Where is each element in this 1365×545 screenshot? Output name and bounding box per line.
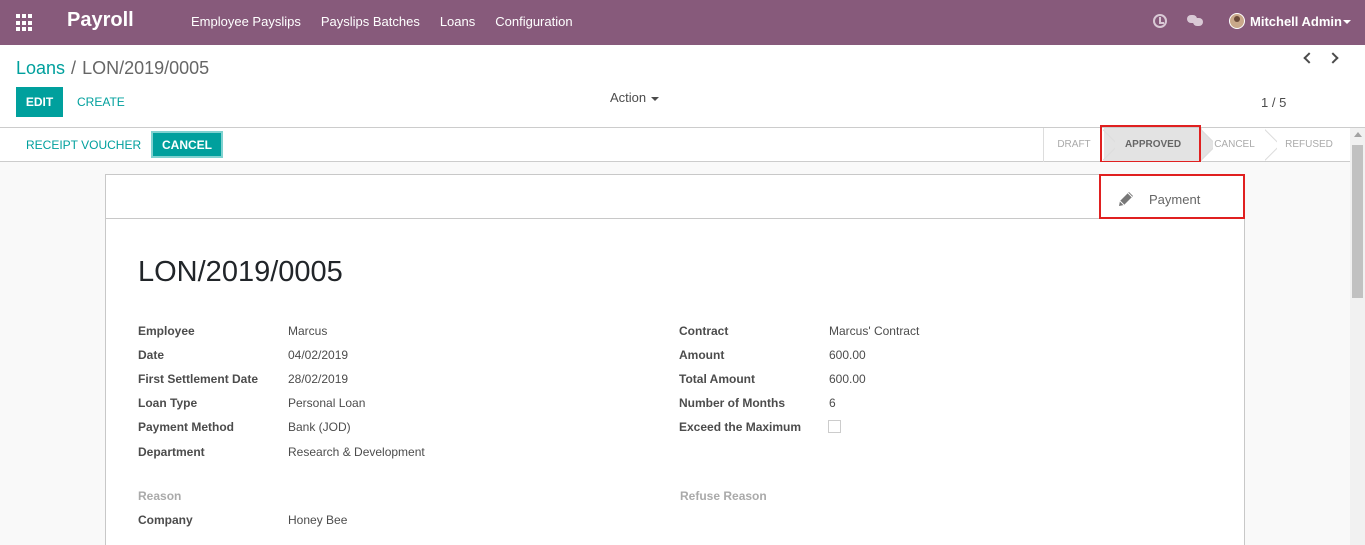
menu-item-payslips-batches[interactable]: Payslips Batches [311, 0, 430, 45]
stage-divider [1201, 128, 1213, 162]
label-contract: Contract [679, 324, 729, 338]
main-menu: Employee Payslips Payslips Batches Loans… [181, 0, 583, 45]
label-company: Company [138, 513, 193, 527]
value-department[interactable]: Research & Development [288, 445, 425, 459]
scrollbar[interactable] [1350, 128, 1365, 545]
action-label: Action [610, 90, 647, 105]
label-reason: Reason [138, 489, 182, 503]
top-navbar: Payroll Employee Payslips Payslips Batch… [0, 0, 1365, 45]
label-payment-method: Payment Method [138, 420, 235, 434]
value-number-of-months[interactable]: 6 [829, 396, 836, 410]
value-total-amount: 600.00 [829, 372, 866, 386]
pager-value[interactable]: 1 / 5 [1261, 95, 1286, 110]
value-contract[interactable]: Marcus' Contract [829, 324, 919, 338]
label-employee: Employee [138, 324, 195, 338]
record-title: LON/2019/0005 [138, 256, 343, 288]
control-panel: Loans / LON/2019/0005 EDIT CREATE Action 1… [0, 45, 1365, 128]
breadcrumb: Loans / LON/2019/0005 [16, 58, 209, 79]
stage-divider [1265, 128, 1277, 162]
action-dropdown[interactable]: Action [610, 90, 660, 105]
label-refuse-reason: Refuse Reason [680, 489, 767, 503]
label-first-settlement-date: First Settlement Date [138, 372, 259, 386]
label-total-amount: Total Amount [679, 372, 755, 386]
app-brand[interactable]: Payroll [67, 9, 134, 32]
clock-icon[interactable] [1153, 14, 1167, 28]
menu-item-loans[interactable]: Loans [430, 0, 485, 45]
edit-button[interactable]: EDIT [16, 87, 63, 117]
label-date: Date [138, 348, 165, 362]
stage-draft[interactable]: DRAFT [1044, 128, 1104, 162]
stage-refused[interactable]: REFUSED [1267, 128, 1351, 162]
caret-down-icon [651, 96, 660, 101]
avatar[interactable] [1229, 13, 1245, 29]
status-stages: DRAFT APPROVED CANCEL REFUSED [1043, 128, 1333, 162]
value-company[interactable]: Honey Bee [288, 513, 347, 527]
highlight-approved-box [1100, 125, 1201, 163]
chat-icon[interactable] [1187, 15, 1203, 27]
value-payment-method[interactable]: Bank (JOD) [288, 420, 351, 434]
value-employee[interactable]: Marcus [288, 324, 327, 338]
breadcrumb-current: LON/2019/0005 [82, 58, 210, 78]
user-menu-name[interactable]: Mitchell Admin [1250, 14, 1342, 29]
label-number-of-months: Number of Months [679, 396, 785, 410]
label-amount: Amount [679, 348, 725, 362]
create-button[interactable]: CREATE [70, 87, 132, 117]
scrollbar-thumb[interactable] [1352, 145, 1363, 298]
form-sheet: Payment [105, 174, 1245, 545]
exceed-maximum-checkbox[interactable] [828, 420, 841, 433]
chevron-right-icon[interactable] [1327, 50, 1343, 66]
highlight-payment-box [1099, 174, 1245, 219]
apps-icon[interactable] [16, 14, 34, 32]
value-date[interactable]: 04/02/2019 [288, 348, 348, 362]
label-department: Department [138, 445, 205, 459]
value-amount[interactable]: 600.00 [829, 348, 866, 362]
menu-item-employee-payslips[interactable]: Employee Payslips [181, 0, 311, 45]
cancel-button[interactable]: CANCEL [151, 131, 223, 158]
breadcrumb-separator: / [71, 58, 77, 78]
value-first-settlement-date[interactable]: 28/02/2019 [288, 372, 348, 386]
chevron-left-icon[interactable] [1300, 50, 1316, 66]
caret-down-icon[interactable] [1343, 20, 1351, 24]
label-exceed-the-maximum: Exceed the Maximum [679, 420, 802, 434]
scroll-up-arrow-icon[interactable] [1354, 132, 1362, 137]
breadcrumb-parent[interactable]: Loans [16, 58, 65, 78]
label-loan-type: Loan Type [138, 396, 198, 410]
menu-item-configuration[interactable]: Configuration [485, 0, 582, 45]
button-box: Payment [106, 175, 1244, 219]
value-loan-type[interactable]: Personal Loan [288, 396, 365, 410]
receipt-voucher-button[interactable]: RECEIPT VOUCHER [16, 131, 151, 159]
